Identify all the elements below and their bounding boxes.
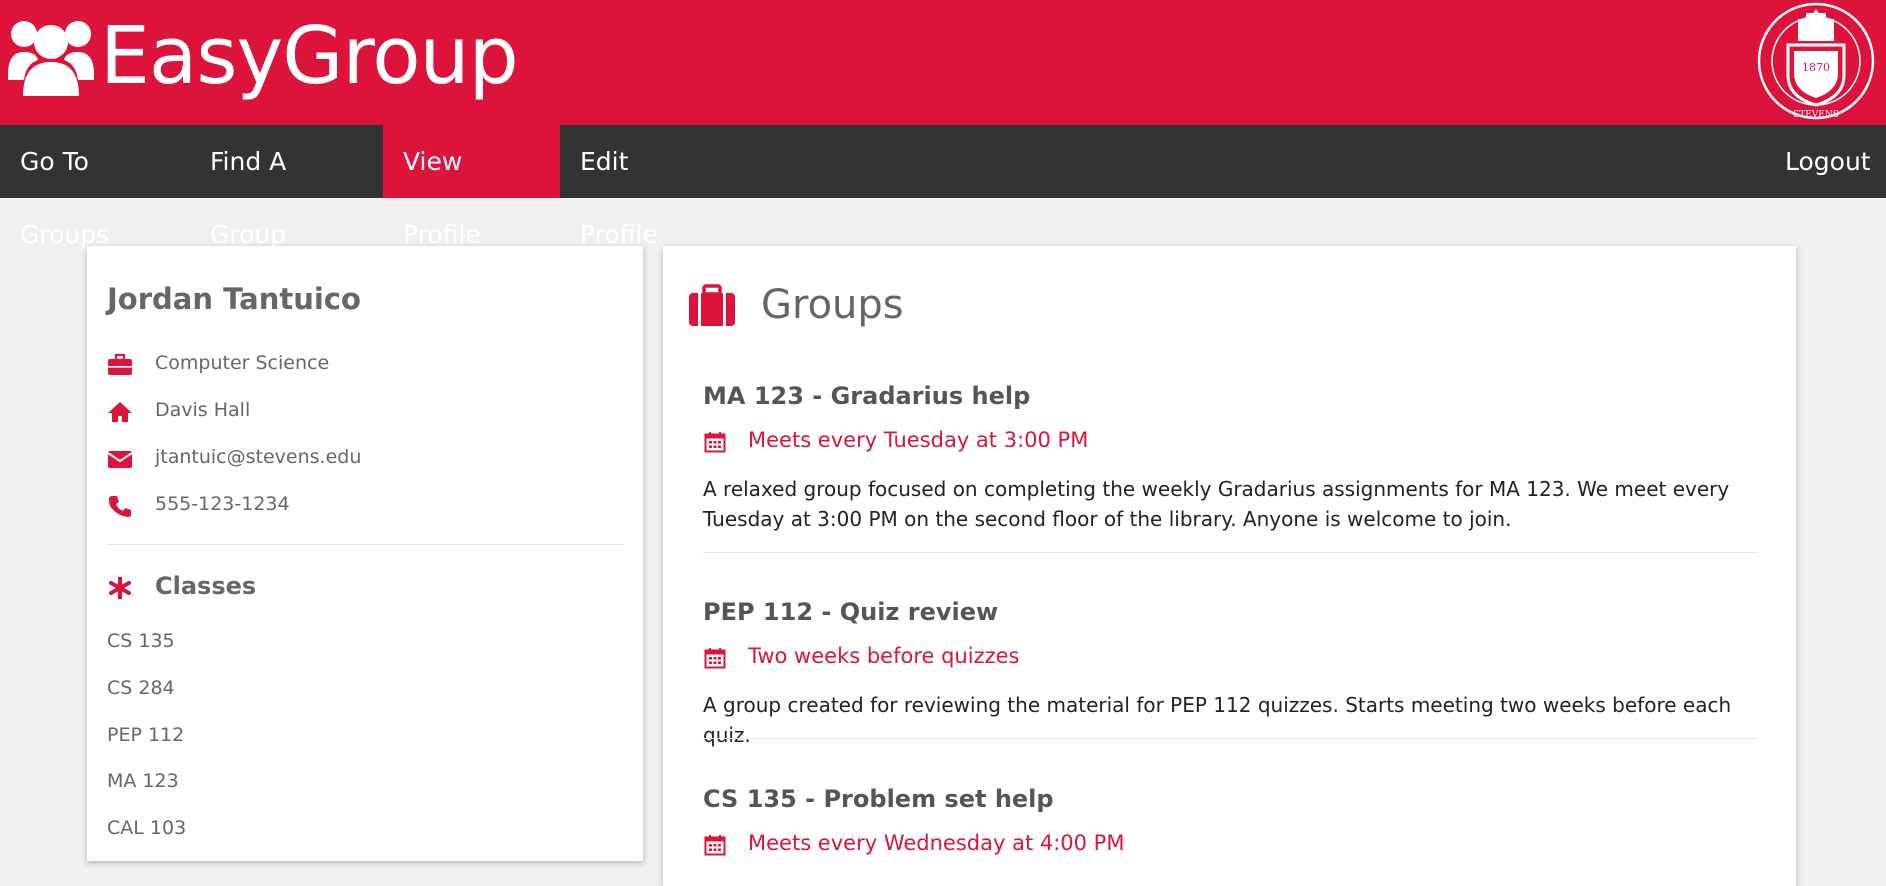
group-item: MA 123 - Gradarius help Meets every Tues… [703,382,1758,553]
nav-find-a-group[interactable]: Find A Group [190,125,383,249]
profile-residence: Davis Hall [155,399,251,421]
seal-name: STEVENS [1793,110,1839,120]
users-icon [8,21,94,96]
group-title[interactable]: PEP 112 - Quiz review [703,598,998,626]
profile-email[interactable]: jtantuic@stevens.edu [155,446,361,468]
group-description: A group created for reviewing the materi… [703,693,1732,747]
profile-phone: 555-123-1234 [155,493,290,515]
suitcase-icon [689,284,735,326]
logout-button[interactable]: Logout [1765,125,1886,198]
stevens-seal-logo: 1870 STEVENS [1757,2,1875,120]
group-schedule: Two weeks before quizzes [748,644,1020,668]
group-schedule: Meets every Tuesday at 3:00 PM [748,428,1089,452]
group-schedule: Meets every Wednesday at 4:00 PM [748,831,1125,855]
profile-card: Jordan Tantuico Computer Science Davis H… [87,246,643,861]
calendar-icon [704,835,726,856]
main-nav: Go To Groups Find A Group View Profile E… [0,125,1886,249]
class-item[interactable]: CAL 103 [107,817,186,839]
class-item[interactable]: PEP 112 [107,724,184,746]
group-description: A relaxed group focused on completing th… [703,477,1730,531]
asterisk-icon [109,577,131,599]
home-icon [108,402,132,422]
class-item[interactable]: CS 135 [107,630,175,652]
envelope-icon [107,451,133,468]
group-divider [703,552,1758,553]
brand-title[interactable]: EasyGroup [100,6,519,106]
group-title[interactable]: MA 123 - Gradarius help [703,382,1030,410]
group-title[interactable]: CS 135 - Problem set help [703,785,1054,813]
calendar-icon [704,648,726,669]
briefcase-icon [108,353,132,375]
nav-edit-profile[interactable]: Edit Profile [560,125,734,249]
group-divider [703,738,1758,739]
phone-icon [109,496,131,517]
class-item[interactable]: CS 284 [107,677,175,699]
calendar-icon [704,432,726,453]
profile-major: Computer Science [155,352,330,374]
header: EasyGroup 1870 STEVENS [0,0,1886,125]
profile-divider [107,544,623,545]
group-item: CS 135 - Problem set help Meets every We… [703,785,1758,875]
profile-name: Jordan Tantuico [107,282,361,316]
seal-year: 1870 [1802,61,1830,74]
groups-heading: Groups [761,282,904,328]
classes-heading: Classes [155,572,257,600]
nav-view-profile[interactable]: View Profile [383,125,560,249]
groups-card: Groups MA 123 - Gradarius help Meets eve… [663,246,1796,886]
nav-go-to-groups[interactable]: Go To Groups [0,125,190,249]
group-item: PEP 112 - Quiz review Two weeks before q… [703,598,1758,747]
class-item[interactable]: MA 123 [107,770,179,792]
